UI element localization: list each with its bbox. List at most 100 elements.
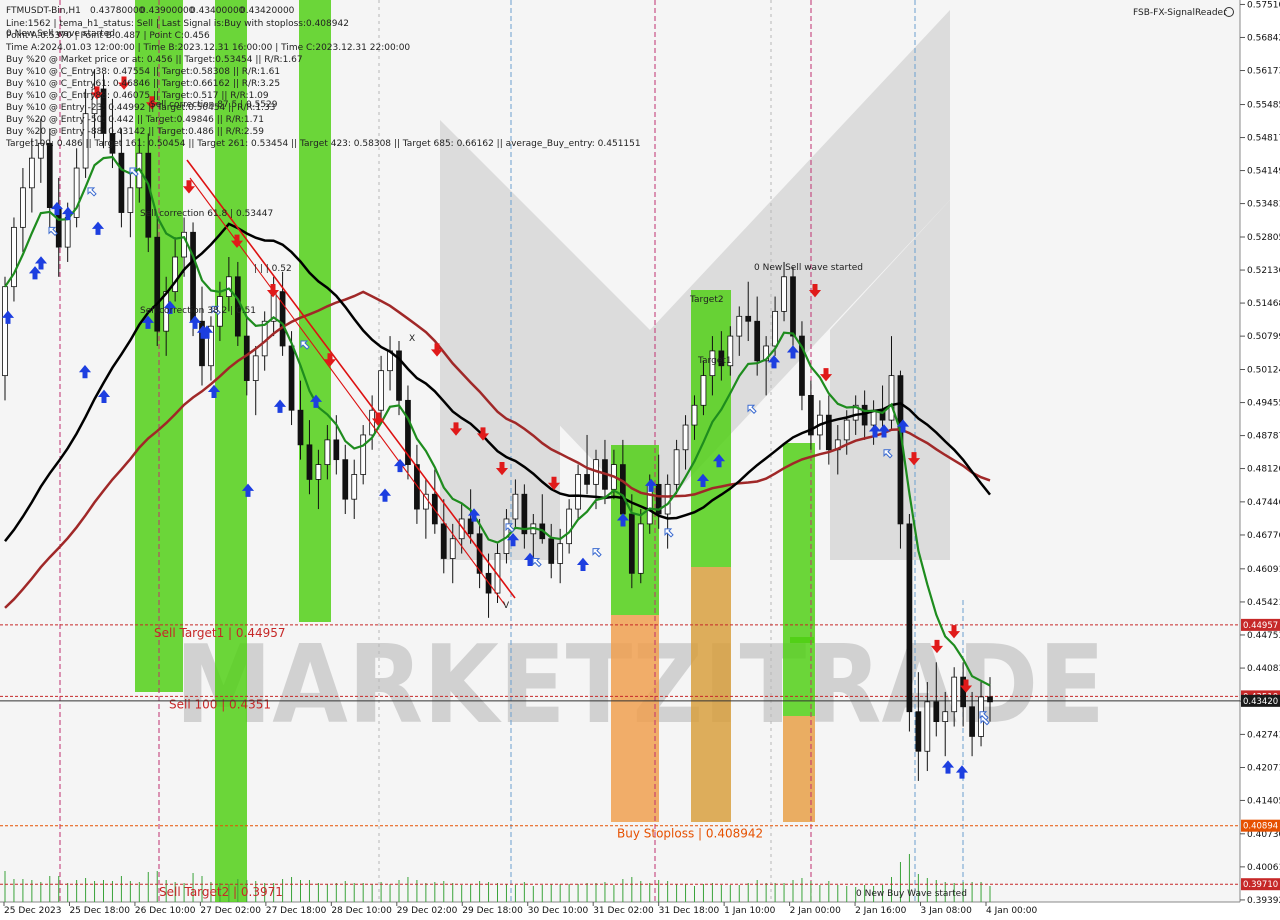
candle-body bbox=[252, 355, 259, 381]
candle-body bbox=[118, 152, 125, 213]
level-label: Sell Target2 | 0.3971 bbox=[159, 885, 283, 899]
candle-body bbox=[172, 256, 178, 293]
candle-body bbox=[423, 493, 429, 510]
ohlc-close: 0.43420000 bbox=[240, 6, 295, 16]
annotation-target2: Target2 bbox=[689, 295, 724, 305]
candle-body bbox=[20, 187, 26, 228]
channel-end-mark: V bbox=[503, 601, 510, 611]
candle-body bbox=[915, 711, 922, 752]
info-line: Buy %10 @ C_Entry38: 0.47554 || Target:0… bbox=[6, 67, 280, 77]
candle-body bbox=[154, 236, 161, 332]
annotation-correction-38: Sell correction 38.2 | 0.51 bbox=[140, 306, 256, 316]
candle-body bbox=[843, 419, 850, 441]
candle-body bbox=[969, 706, 975, 737]
x-tick-label: 31 Dec 18:00 bbox=[659, 906, 720, 916]
level-price-tag-text: 0.40894 bbox=[1243, 822, 1278, 832]
candle-body bbox=[700, 375, 707, 406]
y-tick-label: 0.48120 bbox=[1247, 465, 1280, 475]
candle-body bbox=[673, 449, 680, 485]
x-tick-label: 28 Dec 10:00 bbox=[331, 906, 392, 916]
candle-body bbox=[360, 434, 367, 475]
candle-body bbox=[64, 217, 71, 248]
x-tick-label: 2 Jan 00:00 bbox=[790, 906, 842, 916]
annotation-correction-61: Sell correction 61.8 | 0.53447 bbox=[140, 209, 273, 219]
brand-label: FSB-FX-SignalReader bbox=[1133, 8, 1227, 18]
y-tick-label: 0.42741 bbox=[1247, 730, 1280, 740]
candle-body bbox=[888, 375, 895, 421]
y-tick-label: 0.54817 bbox=[1247, 134, 1280, 144]
candle-body bbox=[628, 513, 635, 574]
x-tick-label: 30 Dec 10:00 bbox=[528, 906, 589, 916]
zone-bar bbox=[611, 615, 659, 822]
annotation-new-sell-wave: 0 New Sell wave started bbox=[754, 263, 863, 273]
candle-body bbox=[243, 335, 250, 381]
candle-body bbox=[942, 711, 949, 723]
info-line: Point A:0.5370 | Point B:0.487 | Point C… bbox=[6, 31, 210, 41]
info-line: Buy %20 @ Entry -50: 0.442 || Target:0.4… bbox=[6, 115, 264, 125]
zone-bar bbox=[783, 716, 815, 822]
info-line: Buy %10 @ Entry -23: 0.44992 || Target:0… bbox=[6, 103, 275, 113]
y-tick-label: 0.51468 bbox=[1247, 299, 1280, 309]
y-tick-label: 0.50124 bbox=[1247, 365, 1280, 375]
x-tick-label: 27 Dec 02:00 bbox=[200, 906, 261, 916]
ohlc-open: 0.43780000 bbox=[90, 6, 145, 16]
candle-body bbox=[440, 523, 447, 559]
candle-body bbox=[924, 701, 931, 752]
candle-body bbox=[933, 701, 940, 723]
candle-body bbox=[46, 142, 53, 208]
y-tick-label: 0.55485 bbox=[1247, 101, 1280, 111]
y-tick-label: 0.44083 bbox=[1247, 664, 1280, 674]
info-line: Buy %20 @ Entry -88: 0.43142 || Target:0… bbox=[6, 127, 264, 137]
y-tick-label: 0.47446 bbox=[1247, 498, 1280, 508]
level-label: Sell Target1 | 0.44957 bbox=[154, 626, 286, 640]
info-line: Buy %10 @ C_Entry61: 0.46846 || Target:0… bbox=[6, 79, 280, 89]
candle-body bbox=[620, 464, 626, 515]
candle-body bbox=[181, 231, 187, 258]
candle-body bbox=[127, 187, 134, 213]
x-tick-label: 29 Dec 02:00 bbox=[397, 906, 458, 916]
y-tick-label: 0.54149 bbox=[1247, 167, 1280, 177]
zone-bar bbox=[611, 445, 659, 615]
y-tick-label: 0.42071 bbox=[1247, 764, 1280, 774]
zone-bar bbox=[691, 567, 731, 822]
x-tick-label: 31 Dec 02:00 bbox=[593, 906, 654, 916]
info-line: Line:1562 | tema_h1_status: Sell | Last … bbox=[6, 19, 349, 29]
zone-bar bbox=[783, 443, 815, 716]
x-tick-label: 3 Jan 08:00 bbox=[921, 906, 973, 916]
brand-badge: FSB-FX-SignalReader bbox=[1133, 7, 1234, 18]
chart-canvas[interactable]: MARKETZITRADE Sell Target1 | 0.44957Sell… bbox=[0, 0, 1280, 920]
channel-top-mark: X bbox=[409, 334, 415, 344]
candle-body bbox=[754, 320, 761, 362]
candle-body bbox=[691, 404, 698, 426]
y-tick-label: 0.56842 bbox=[1247, 33, 1280, 43]
candle-body bbox=[351, 474, 358, 500]
y-tick-label: 0.57510 bbox=[1247, 0, 1280, 10]
y-tick-label: 0.49455 bbox=[1247, 399, 1280, 409]
y-tick-label: 0.53481 bbox=[1247, 200, 1280, 210]
x-tick-label: 26 Dec 10:00 bbox=[135, 906, 196, 916]
candle-body bbox=[745, 315, 752, 322]
candle-body bbox=[2, 286, 8, 377]
info-line: Buy %10 @ C_Entry88: 0.46075 || Target:0… bbox=[6, 91, 269, 101]
level-label: Buy Stoploss | 0.408942 bbox=[617, 827, 763, 841]
y-tick-label: 0.41405 bbox=[1247, 796, 1280, 806]
candle-body bbox=[557, 543, 564, 564]
candle-body bbox=[306, 444, 313, 480]
candle-body bbox=[637, 523, 644, 574]
candle-body bbox=[790, 276, 796, 337]
candle-body bbox=[781, 276, 787, 312]
annotation-target1: Target1 bbox=[697, 356, 732, 366]
candle-body bbox=[342, 459, 349, 500]
candle-body bbox=[682, 424, 689, 451]
y-tick-label: 0.46776 bbox=[1247, 531, 1280, 541]
symbol-label: FTMUSDT-Bin,H1 bbox=[6, 6, 81, 16]
candle-body bbox=[449, 538, 456, 559]
x-tick-label: 2 Jan 16:00 bbox=[855, 906, 907, 916]
candle-body bbox=[566, 508, 572, 545]
candle-body bbox=[772, 310, 778, 347]
candle-body bbox=[584, 474, 590, 485]
candle-body bbox=[288, 345, 295, 411]
candle-body bbox=[29, 157, 35, 189]
y-tick-label: 0.48787 bbox=[1247, 432, 1280, 442]
y-tick-label: 0.50799 bbox=[1247, 332, 1280, 342]
